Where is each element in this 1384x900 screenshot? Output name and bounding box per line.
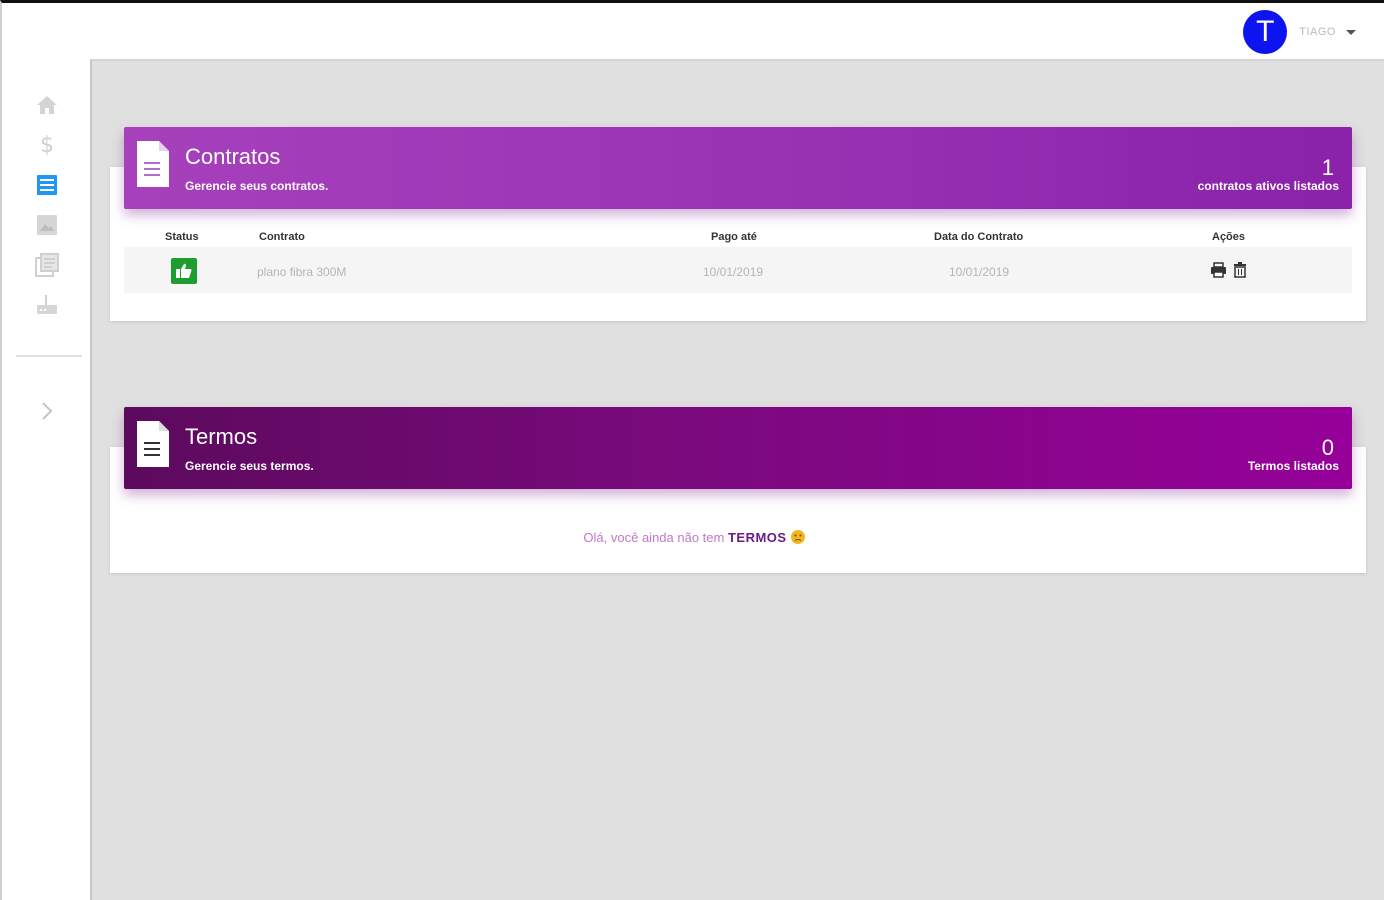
contrato-cell[interactable]: plano fibra 300M	[257, 265, 346, 279]
document-icon	[136, 420, 170, 468]
caret-down-icon[interactable]	[1346, 29, 1356, 35]
library-icon[interactable]	[35, 253, 59, 277]
main-content: Contratos Gerencie seus contratos. 1 con…	[90, 59, 1384, 900]
contratos-subtitle: Gerencie seus contratos.	[185, 179, 329, 193]
data-contrato-cell: 10/01/2019	[949, 265, 1010, 279]
thumbs-up-icon	[171, 258, 197, 284]
sidebar: $	[2, 59, 90, 900]
termos-count: 0	[1321, 435, 1334, 460]
dollar-icon[interactable]: $	[35, 133, 59, 158]
contratos-header: Contratos Gerencie seus contratos. 1 con…	[124, 127, 1352, 209]
contratos-title: Contratos	[185, 144, 281, 169]
column-header-data-contrato: Data do Contrato	[934, 231, 1024, 243]
column-header-status: Status	[165, 231, 199, 243]
user-name[interactable]: TIAGO	[1299, 26, 1336, 38]
termos-count-label: Termos listados	[1247, 459, 1339, 473]
contratos-card: Contratos Gerencie seus contratos. 1 con…	[110, 127, 1366, 321]
pago-ate-cell: 10/01/2019	[703, 265, 764, 279]
column-header-pago-ate: Pago até	[711, 231, 757, 243]
empty-prefix: Olá, você ainda não tem	[583, 530, 728, 545]
termos-title: Termos	[185, 424, 258, 449]
column-header-acoes: Ações	[1212, 231, 1246, 243]
image-icon[interactable]	[35, 213, 59, 237]
termos-empty-message: Olá, você ainda não tem TERMOS	[2, 530, 1384, 545]
avatar[interactable]: T	[1243, 10, 1288, 54]
column-header-contrato: Contrato	[259, 231, 305, 243]
chevron-right-icon[interactable]	[35, 399, 59, 423]
termos-subtitle: Gerencie seus termos.	[185, 459, 314, 473]
empty-keyword: TERMOS	[727, 530, 787, 545]
trash-icon[interactable]	[1233, 262, 1247, 283]
sad-face-icon	[790, 530, 805, 544]
contratos-count-label: contratos ativos listados	[1197, 179, 1339, 193]
router-icon[interactable]	[35, 293, 59, 317]
list-icon[interactable]	[35, 173, 59, 197]
app-frame: T TIAGO $ Contratos Gerencie seus contra…	[0, 0, 1384, 900]
contratos-count: 1	[1321, 155, 1334, 180]
top-bar: T TIAGO	[2, 3, 1384, 59]
termos-card: Termos Gerencie seus termos. 0 Termos li…	[110, 407, 1366, 573]
termos-header: Termos Gerencie seus termos. 0 Termos li…	[124, 407, 1352, 489]
user-menu[interactable]: T TIAGO	[1243, 10, 1356, 54]
home-icon[interactable]	[35, 93, 59, 117]
sidebar-divider	[16, 355, 82, 357]
print-icon[interactable]	[1210, 262, 1227, 283]
document-icon	[136, 140, 170, 188]
